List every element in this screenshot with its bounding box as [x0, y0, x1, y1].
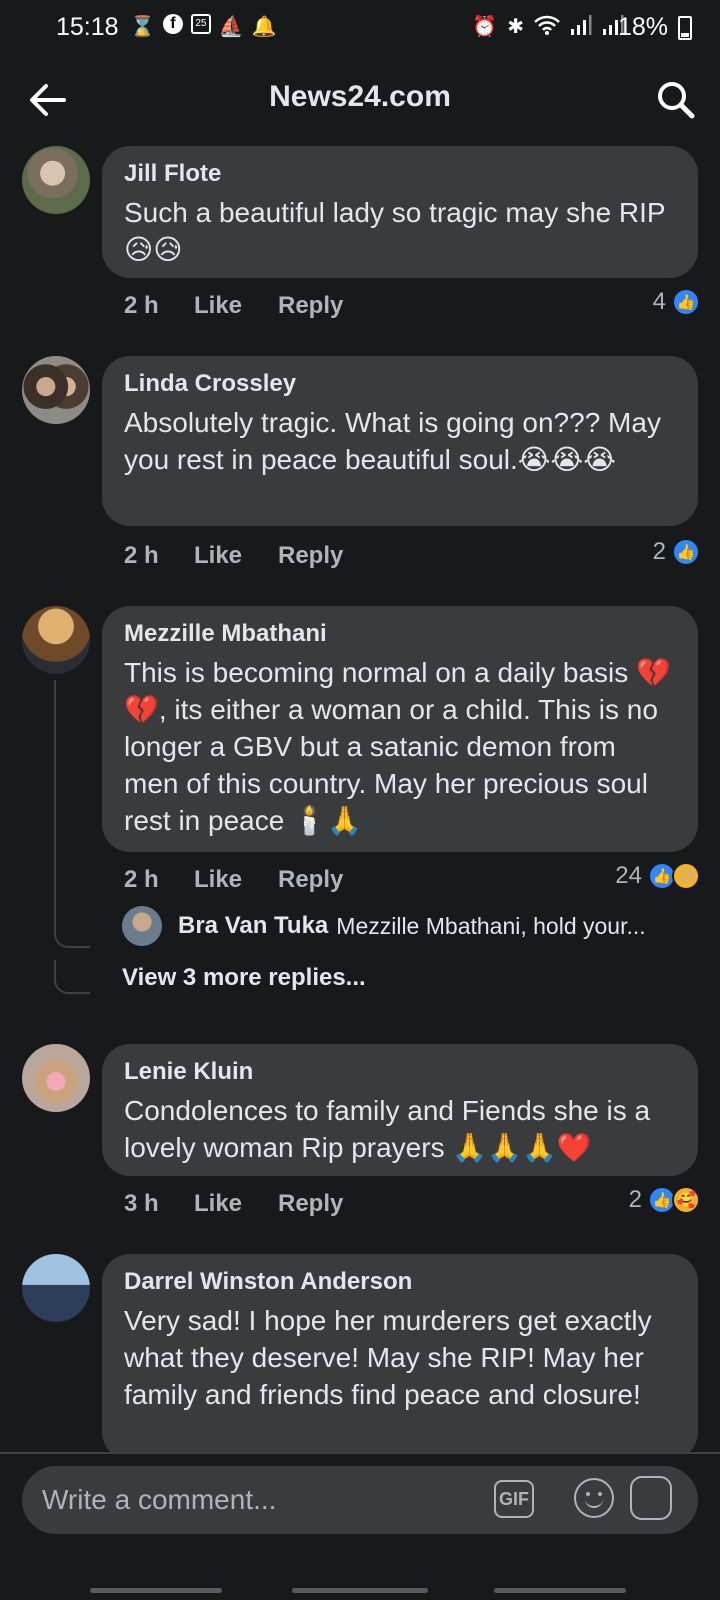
reply-avatar[interactable]	[122, 906, 162, 946]
care-reaction-icon: 🥰	[672, 1186, 700, 1214]
bell-icon: 🔔	[251, 16, 277, 38]
comment-bubble[interactable]: Jill Flote Such a beautiful lady so trag…	[102, 146, 698, 278]
reply-button[interactable]: Reply	[278, 866, 343, 894]
nav-bar-handle	[90, 1588, 222, 1593]
search-icon	[658, 82, 695, 119]
search-button[interactable]	[652, 76, 700, 124]
comment-bubble[interactable]: Mezzille Mbathani This is becoming norma…	[102, 606, 698, 852]
avatar[interactable]	[22, 606, 90, 674]
bluetooth-icon: ✱	[507, 16, 524, 38]
comment-timestamp[interactable]: 2 h	[124, 866, 194, 894]
comment-author[interactable]: Mezzille Mbathani	[124, 620, 676, 648]
battery-icon	[678, 16, 692, 40]
comment-bubble[interactable]: Linda Crossley Absolutely tragic. What i…	[102, 356, 698, 526]
comment-text: This is becoming normal on a daily basis…	[124, 657, 671, 836]
comment-text: Condolences to family and Fiends she is …	[124, 1095, 651, 1163]
like-button[interactable]: Like	[194, 292, 278, 320]
status-time: 15:18	[56, 13, 119, 41]
thumbs-up-icon: 👍	[672, 538, 700, 566]
comment-text: Very sad! I hope her murderers get exact…	[124, 1305, 652, 1410]
alarm-icon: ⏰	[472, 16, 498, 38]
comment-author[interactable]: Jill Flote	[124, 160, 676, 188]
signal-icon	[570, 14, 592, 42]
reaction-count: 2	[628, 1186, 642, 1213]
comment-text: Such a beautiful lady so tragic may she …	[124, 197, 666, 265]
comment-timestamp[interactable]: 2 h	[124, 292, 194, 320]
thread-branch	[54, 910, 90, 948]
like-button[interactable]: Like	[194, 866, 278, 894]
comment-author[interactable]: Linda Crossley	[124, 370, 676, 398]
wifi-icon	[534, 14, 560, 42]
reaction-count: 24	[615, 862, 642, 889]
nav-bar-handle	[292, 1588, 428, 1593]
nav-bar-handle	[494, 1588, 626, 1593]
comment-timestamp[interactable]: 2 h	[124, 542, 194, 570]
notification-icons: ⌛ f 25 ⛵ 🔔	[130, 14, 277, 39]
comment-bubble[interactable]: Lenie Kluin Condolences to family and Fi…	[102, 1044, 698, 1176]
calendar-icon: 25	[190, 14, 211, 34]
hourglass-icon: ⌛	[130, 16, 155, 38]
avatar[interactable]	[22, 1044, 90, 1112]
comment-author[interactable]: Darrel Winston Anderson	[124, 1268, 676, 1296]
reply-button[interactable]: Reply	[278, 542, 343, 570]
thumbs-up-icon: 👍	[672, 288, 700, 316]
reply-snippet: Mezzille Mbathani, hold your...	[336, 912, 646, 939]
comment-actions: 2 h Like Reply	[124, 292, 343, 320]
avatar[interactable]	[22, 1254, 90, 1322]
reaction-summary[interactable]: 2 👍	[653, 538, 700, 566]
system-icons: ⏰ ✱	[472, 14, 624, 42]
comment-timestamp[interactable]: 3 h	[124, 1190, 194, 1218]
view-more-replies-link[interactable]: View 3 more replies...	[122, 964, 366, 992]
reply-author[interactable]: Bra Van Tuka	[178, 912, 328, 940]
avatar[interactable]	[22, 356, 90, 424]
thread-branch	[54, 960, 90, 994]
top-bar: News24.com	[0, 58, 720, 142]
sticker-button[interactable]	[630, 1476, 672, 1520]
sailboat-icon: ⛵	[218, 16, 244, 38]
gif-button[interactable]: GIF	[494, 1480, 534, 1518]
thread-line	[54, 680, 56, 930]
comment-composer: GIF	[0, 1452, 720, 1600]
battery-level: 18%	[617, 13, 668, 41]
reaction-count: 4	[652, 288, 666, 315]
comment-author[interactable]: Lenie Kluin	[124, 1058, 676, 1086]
reaction-count: 2	[652, 538, 666, 565]
reply-button[interactable]: Reply	[278, 292, 343, 320]
comment-actions: 2 h Like Reply	[124, 542, 343, 570]
comment-actions: 2 h Like Reply	[124, 866, 343, 894]
comment-bubble[interactable]: Darrel Winston Anderson Very sad! I hope…	[102, 1254, 698, 1460]
reaction-summary[interactable]: 4 👍	[653, 288, 700, 316]
comment-text: Absolutely tragic. What is going on??? M…	[124, 407, 661, 475]
reaction-summary[interactable]: 24 👍 😥	[615, 862, 700, 890]
like-button[interactable]: Like	[194, 1190, 278, 1218]
emoji-button[interactable]	[574, 1478, 614, 1518]
sad-reaction-icon: 😥	[672, 862, 700, 890]
comment-actions: 3 h Like Reply	[124, 1190, 343, 1218]
status-bar: 15:18 ⌛ f 25 ⛵ 🔔 ⏰ ✱ 18%	[0, 0, 720, 56]
facebook-icon: f	[162, 14, 183, 34]
like-button[interactable]: Like	[194, 542, 278, 570]
avatar[interactable]	[22, 146, 90, 214]
reply-preview[interactable]: Bra Van Tuka Mezzille Mbathani, hold you…	[122, 906, 646, 946]
reply-button[interactable]: Reply	[278, 1190, 343, 1218]
reaction-summary[interactable]: 2 👍 🥰	[629, 1186, 700, 1214]
page-title: News24.com	[269, 80, 451, 113]
